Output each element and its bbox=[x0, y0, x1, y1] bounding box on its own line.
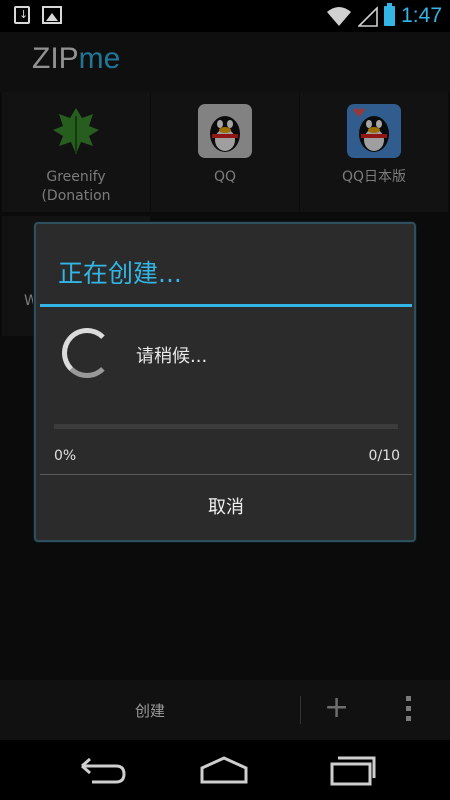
progress-count: 0/10 bbox=[368, 448, 400, 464]
dialog-message: 请稍候... bbox=[136, 346, 208, 367]
loading-spinner-icon bbox=[62, 328, 112, 378]
create-button[interactable]: 创建 bbox=[0, 680, 300, 740]
status-bar: ↓ 1:47 bbox=[0, 0, 450, 32]
plus-icon[interactable]: + bbox=[324, 692, 349, 724]
battery-icon bbox=[384, 3, 396, 26]
recents-icon[interactable] bbox=[320, 752, 380, 788]
download-icon: ↓ bbox=[14, 6, 30, 24]
overflow-menu-icon[interactable] bbox=[406, 696, 411, 721]
signal-icon bbox=[358, 6, 378, 27]
progress-dialog: 正在创建... 请稍候... 0% 0/10 取消 bbox=[34, 222, 416, 542]
navigation-bar bbox=[0, 740, 450, 800]
cancel-button[interactable]: 取消 bbox=[40, 475, 412, 537]
bottom-separator bbox=[300, 696, 301, 724]
dialog-title: 正在创建... bbox=[58, 259, 182, 288]
image-icon bbox=[42, 6, 62, 24]
clock: 1:47 bbox=[401, 4, 442, 27]
progress-bar bbox=[54, 424, 398, 429]
back-icon[interactable] bbox=[72, 752, 132, 788]
title-divider bbox=[40, 304, 412, 307]
wifi-icon bbox=[327, 7, 352, 26]
bottom-action-bar: 创建 + bbox=[0, 680, 450, 740]
progress-percent: 0% bbox=[54, 448, 77, 464]
home-icon[interactable] bbox=[194, 752, 254, 788]
